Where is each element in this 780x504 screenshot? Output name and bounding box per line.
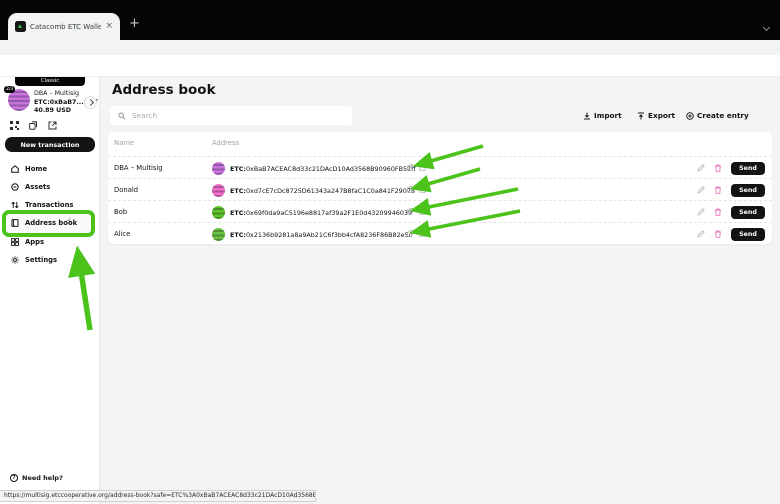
plus-circle-icon <box>686 112 694 120</box>
table-row: Bob ETC:0x69f0da9aC5196e8817af39a2F1E0d4… <box>108 200 772 222</box>
sidebar-item-label: Transactions <box>25 201 73 209</box>
need-help-link[interactable]: ? Need help? <box>10 474 63 482</box>
question-mark-icon: ? <box>10 474 18 482</box>
sidebar: Classic 2/3 DBA – Multisig ETC:0xBaB7...… <box>0 77 100 504</box>
window-chevron-down-icon[interactable] <box>764 15 769 34</box>
sidebar-item-label: Apps <box>25 238 44 246</box>
search-placeholder: Search <box>132 111 157 120</box>
entry-address: ETC:0xd7cE7cDc8725D61343a247B8faC1C0a841… <box>230 187 415 195</box>
copy-icon[interactable] <box>407 164 414 171</box>
entry-identicon <box>212 228 225 241</box>
apps-grid-icon <box>11 238 19 246</box>
new-tab-button[interactable]: + <box>129 17 140 30</box>
delete-trash-icon[interactable] <box>714 186 722 194</box>
entry-name: Alice <box>114 230 130 238</box>
import-label: Import <box>594 111 622 120</box>
address-book-icon <box>11 219 19 227</box>
app-header: ETC Cooperative MetaMask @ Classic ETC:0… <box>0 55 780 77</box>
sidebar-item-label: Assets <box>25 183 50 191</box>
export-icon <box>637 112 645 120</box>
external-link-icon[interactable] <box>419 208 426 215</box>
new-transaction-button[interactable]: New transaction <box>5 137 95 152</box>
need-help-label: Need help? <box>22 474 63 482</box>
send-button[interactable]: Send <box>731 162 765 175</box>
create-entry-button[interactable]: Create entry <box>686 111 749 120</box>
safe-switcher-chevron[interactable] <box>84 96 97 109</box>
browser-toolbar: ← → ⟳ ⌂ multisig.etccooperative.org /add… <box>0 40 780 56</box>
sidebar-item-label: Home <box>25 165 47 173</box>
safe-balance: 40.89 USD <box>34 107 71 114</box>
column-header-address: Address <box>212 139 239 147</box>
annotation-highlight-box: Address book ☝ <box>2 210 95 237</box>
edit-pencil-icon[interactable] <box>697 186 705 194</box>
entry-name: Donald <box>114 186 138 194</box>
gear-icon <box>11 256 19 264</box>
tab-favicon-icon <box>15 21 26 32</box>
entry-name: DBA – Multisig <box>114 164 163 172</box>
browser-tab[interactable]: Catacomb ETC Wallet – Addre × <box>8 13 120 40</box>
send-button[interactable]: Send <box>731 184 765 197</box>
send-button[interactable]: Send <box>731 206 765 219</box>
import-button[interactable]: Import <box>583 111 622 120</box>
safe-name: DBA – Multisig <box>34 90 79 97</box>
search-icon <box>118 112 126 120</box>
create-entry-label: Create entry <box>697 111 749 120</box>
table-row: Donald ETC:0xd7cE7cDc8725D61343a247B8faC… <box>108 178 772 200</box>
cursor-hand-icon: ☝ <box>66 217 71 227</box>
page-title: Address book <box>112 82 216 98</box>
sidebar-item-assets[interactable]: Assets <box>11 181 50 193</box>
transactions-icon <box>11 201 19 209</box>
entry-address: ETC:0x2136b9281a8a9Ab21C6f3bb4cfA8236F86… <box>230 231 412 239</box>
browser-tab-bar: Catacomb ETC Wallet – Addre × + <box>0 0 780 40</box>
edit-pencil-icon[interactable] <box>697 230 705 238</box>
delete-trash-icon[interactable] <box>714 208 722 216</box>
table-row: Alice ETC:0x2136b9281a8a9Ab21C6f3bb4cfA8… <box>108 222 772 244</box>
coin-icon <box>11 183 19 191</box>
import-icon <box>583 112 591 120</box>
tab-close-icon[interactable]: × <box>105 22 113 31</box>
delete-trash-icon[interactable] <box>714 164 722 172</box>
column-header-name: Name <box>114 139 134 147</box>
environment-banner: Classic <box>15 77 85 86</box>
entry-address: ETC:0x69f0da9aC5196e8817af39a2F1E0d43209… <box>230 209 412 217</box>
external-link-icon[interactable] <box>419 164 426 171</box>
search-input[interactable]: Search <box>110 106 352 125</box>
edit-pencil-icon[interactable] <box>697 164 705 172</box>
copy-address-icon[interactable] <box>27 119 39 131</box>
browser-status-bar: https://multisig.etccooperative.org/addr… <box>0 490 316 502</box>
sidebar-item-settings[interactable]: Settings <box>11 254 57 266</box>
sidebar-item-apps[interactable]: Apps <box>11 236 44 248</box>
main-content: Address book Search Import Export <box>100 77 780 504</box>
screenshot: Catacomb ETC Wallet – Addre × + ← → ⟳ ⌂ … <box>0 0 780 504</box>
home-icon <box>11 165 19 173</box>
open-explorer-icon[interactable] <box>46 119 58 131</box>
entry-name: Bob <box>114 208 127 216</box>
export-button[interactable]: Export <box>637 111 675 120</box>
sidebar-item-home[interactable]: Home <box>11 163 47 175</box>
external-link-icon[interactable] <box>419 186 426 193</box>
copy-icon[interactable] <box>407 208 414 215</box>
export-label: Export <box>648 111 675 120</box>
external-link-icon[interactable] <box>419 230 426 237</box>
entry-address: ETC:0xBaB7ACEAC8d33c21DAcD10Ad3568B90960… <box>230 165 416 173</box>
entry-identicon <box>212 184 225 197</box>
table-row: DBA – Multisig ETC:0xBaB7ACEAC8d33c21DAc… <box>108 156 772 178</box>
copy-icon[interactable] <box>407 230 414 237</box>
entry-identicon <box>212 162 225 175</box>
copy-icon[interactable] <box>407 186 414 193</box>
threshold-badge: 2/3 <box>4 86 15 93</box>
sidebar-item-label: Settings <box>25 256 57 264</box>
send-button[interactable]: Send <box>731 228 765 241</box>
entry-identicon <box>212 206 225 219</box>
tab-title: Catacomb ETC Wallet – Addre <box>30 23 101 31</box>
edit-pencil-icon[interactable] <box>697 208 705 216</box>
address-book-table: Name Address DBA – Multisig ETC:0xBaB7AC… <box>108 132 772 244</box>
delete-trash-icon[interactable] <box>714 230 722 238</box>
qr-code-icon[interactable] <box>8 119 20 131</box>
